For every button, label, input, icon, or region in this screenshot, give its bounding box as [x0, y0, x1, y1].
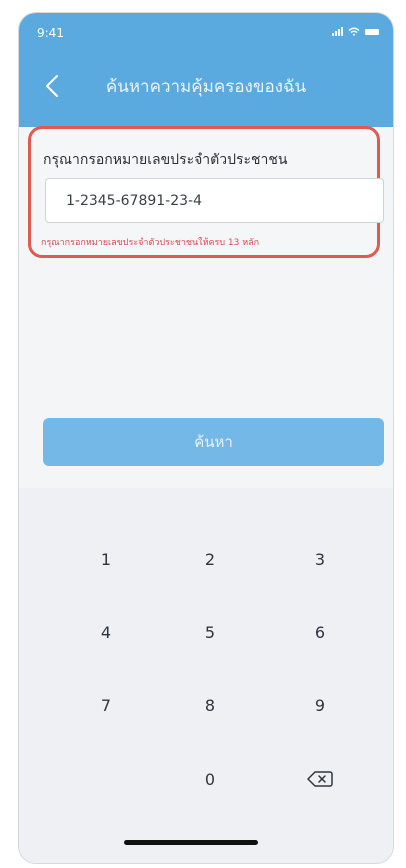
key-6[interactable]: 6: [275, 612, 365, 652]
id-field-label: กรุณากรอกหมายเลขประจำตัวประชาชน: [43, 152, 288, 168]
backspace-icon: [307, 771, 333, 787]
status-icons: [332, 27, 379, 36]
header-bar: 9:41 ค้นหาความคุ้มครองของฉัน: [19, 13, 393, 127]
home-indicator: [124, 840, 258, 845]
key-5[interactable]: 5: [165, 612, 255, 652]
phone-screen: 9:41 ค้นหาความคุ้มครองของฉัน กรุณากรอกหม…: [18, 12, 394, 864]
key-7[interactable]: 7: [61, 685, 151, 725]
key-4[interactable]: 4: [61, 612, 151, 652]
error-message: กรุณากรอกหมายเลขประจำตัวประชาชนให้ครบ 13…: [41, 238, 260, 248]
status-time: 9:41: [37, 26, 64, 40]
numeric-keypad: 1 2 3 4 5 6 7 8 9 0: [19, 488, 393, 863]
key-8[interactable]: 8: [165, 685, 255, 725]
id-input-card: กรุณากรอกหมายเลขประจำตัวประชาชน กรุณากรอ…: [28, 126, 384, 258]
page-title: ค้นหาความคุ้มครองของฉัน: [105, 77, 307, 97]
key-1[interactable]: 1: [61, 539, 151, 579]
key-2[interactable]: 2: [165, 539, 255, 579]
key-9[interactable]: 9: [275, 685, 365, 725]
id-number-input[interactable]: [45, 178, 384, 223]
signal-icon: [332, 27, 343, 36]
delete-key[interactable]: [275, 759, 365, 799]
wifi-icon: [348, 27, 360, 36]
search-button[interactable]: ค้นหา: [43, 418, 384, 466]
battery-icon: [365, 28, 379, 35]
key-3[interactable]: 3: [275, 539, 365, 579]
key-0[interactable]: 0: [165, 759, 255, 799]
